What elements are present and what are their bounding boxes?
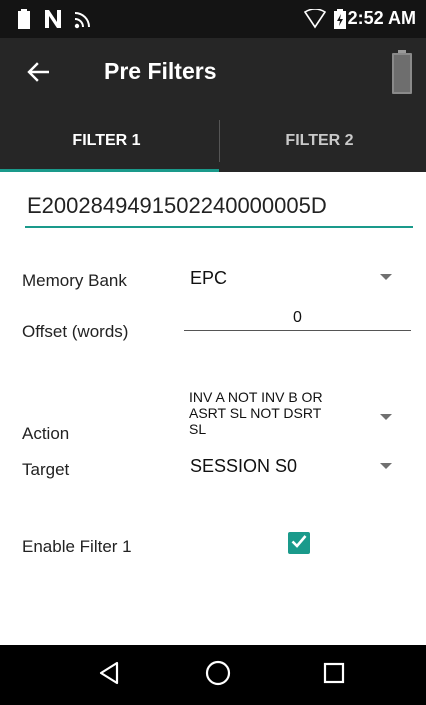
battery-indicator-icon (392, 50, 412, 99)
action-label: Action (22, 424, 70, 443)
status-time: 2:52 AM (347, 8, 416, 28)
wifi-icon (303, 8, 327, 34)
nav-recents-button[interactable] (314, 655, 354, 695)
enable-filter-label: Enable Filter 1 (22, 537, 132, 556)
signal-icon (74, 9, 92, 34)
tab-filter-1[interactable]: FILTER 1 (0, 110, 213, 172)
chevron-down-icon (380, 463, 392, 469)
memory-bank-dropdown[interactable]: EPC (184, 260, 411, 296)
arrow-left-icon (27, 61, 50, 87)
nav-home-button[interactable] (198, 655, 238, 695)
charging-battery-icon (334, 9, 346, 34)
checkmark-icon (291, 534, 307, 553)
action-value-line-1: INV A NOT INV B OR (189, 389, 323, 405)
memory-bank-label: Memory Bank (22, 271, 127, 290)
home-circle-icon (205, 660, 231, 691)
offset-input[interactable] (184, 306, 411, 331)
enable-filter-checkbox[interactable] (288, 532, 310, 554)
page-title: Pre Filters (104, 58, 217, 84)
memory-bank-value: EPC (190, 268, 228, 288)
back-button[interactable] (20, 56, 56, 92)
battery-icon (18, 9, 30, 34)
target-label: Target (22, 460, 70, 479)
action-value: INV A NOT INV B OR ASRT SL NOT DSRT SL (189, 389, 369, 437)
chevron-down-icon (380, 274, 392, 280)
recents-square-icon (323, 662, 345, 689)
status-bar: 2:52 AM (0, 0, 426, 38)
navigation-bar (0, 645, 426, 705)
tab-filter-2[interactable]: FILTER 2 (213, 110, 426, 172)
back-triangle-icon (98, 661, 120, 690)
tab-indicator (0, 169, 219, 172)
action-value-line-3: SL (189, 421, 207, 437)
tag-id-input[interactable] (25, 186, 413, 228)
target-value: SESSION S0 (190, 456, 298, 476)
nav-back-button[interactable] (89, 655, 129, 695)
chevron-down-icon (380, 414, 392, 420)
screen: 2:52 AM Pre Filters FILTER 1 FILTER 2 Me… (0, 0, 426, 705)
offset-label: Offset (words) (22, 322, 129, 341)
action-value-line-2: ASRT SL NOT DSRT (189, 405, 322, 421)
app-bar: Pre Filters (0, 38, 426, 110)
nfc-icon (44, 9, 62, 34)
tab-bar: FILTER 1 FILTER 2 (0, 110, 426, 172)
target-dropdown[interactable]: SESSION S0 (184, 450, 411, 484)
